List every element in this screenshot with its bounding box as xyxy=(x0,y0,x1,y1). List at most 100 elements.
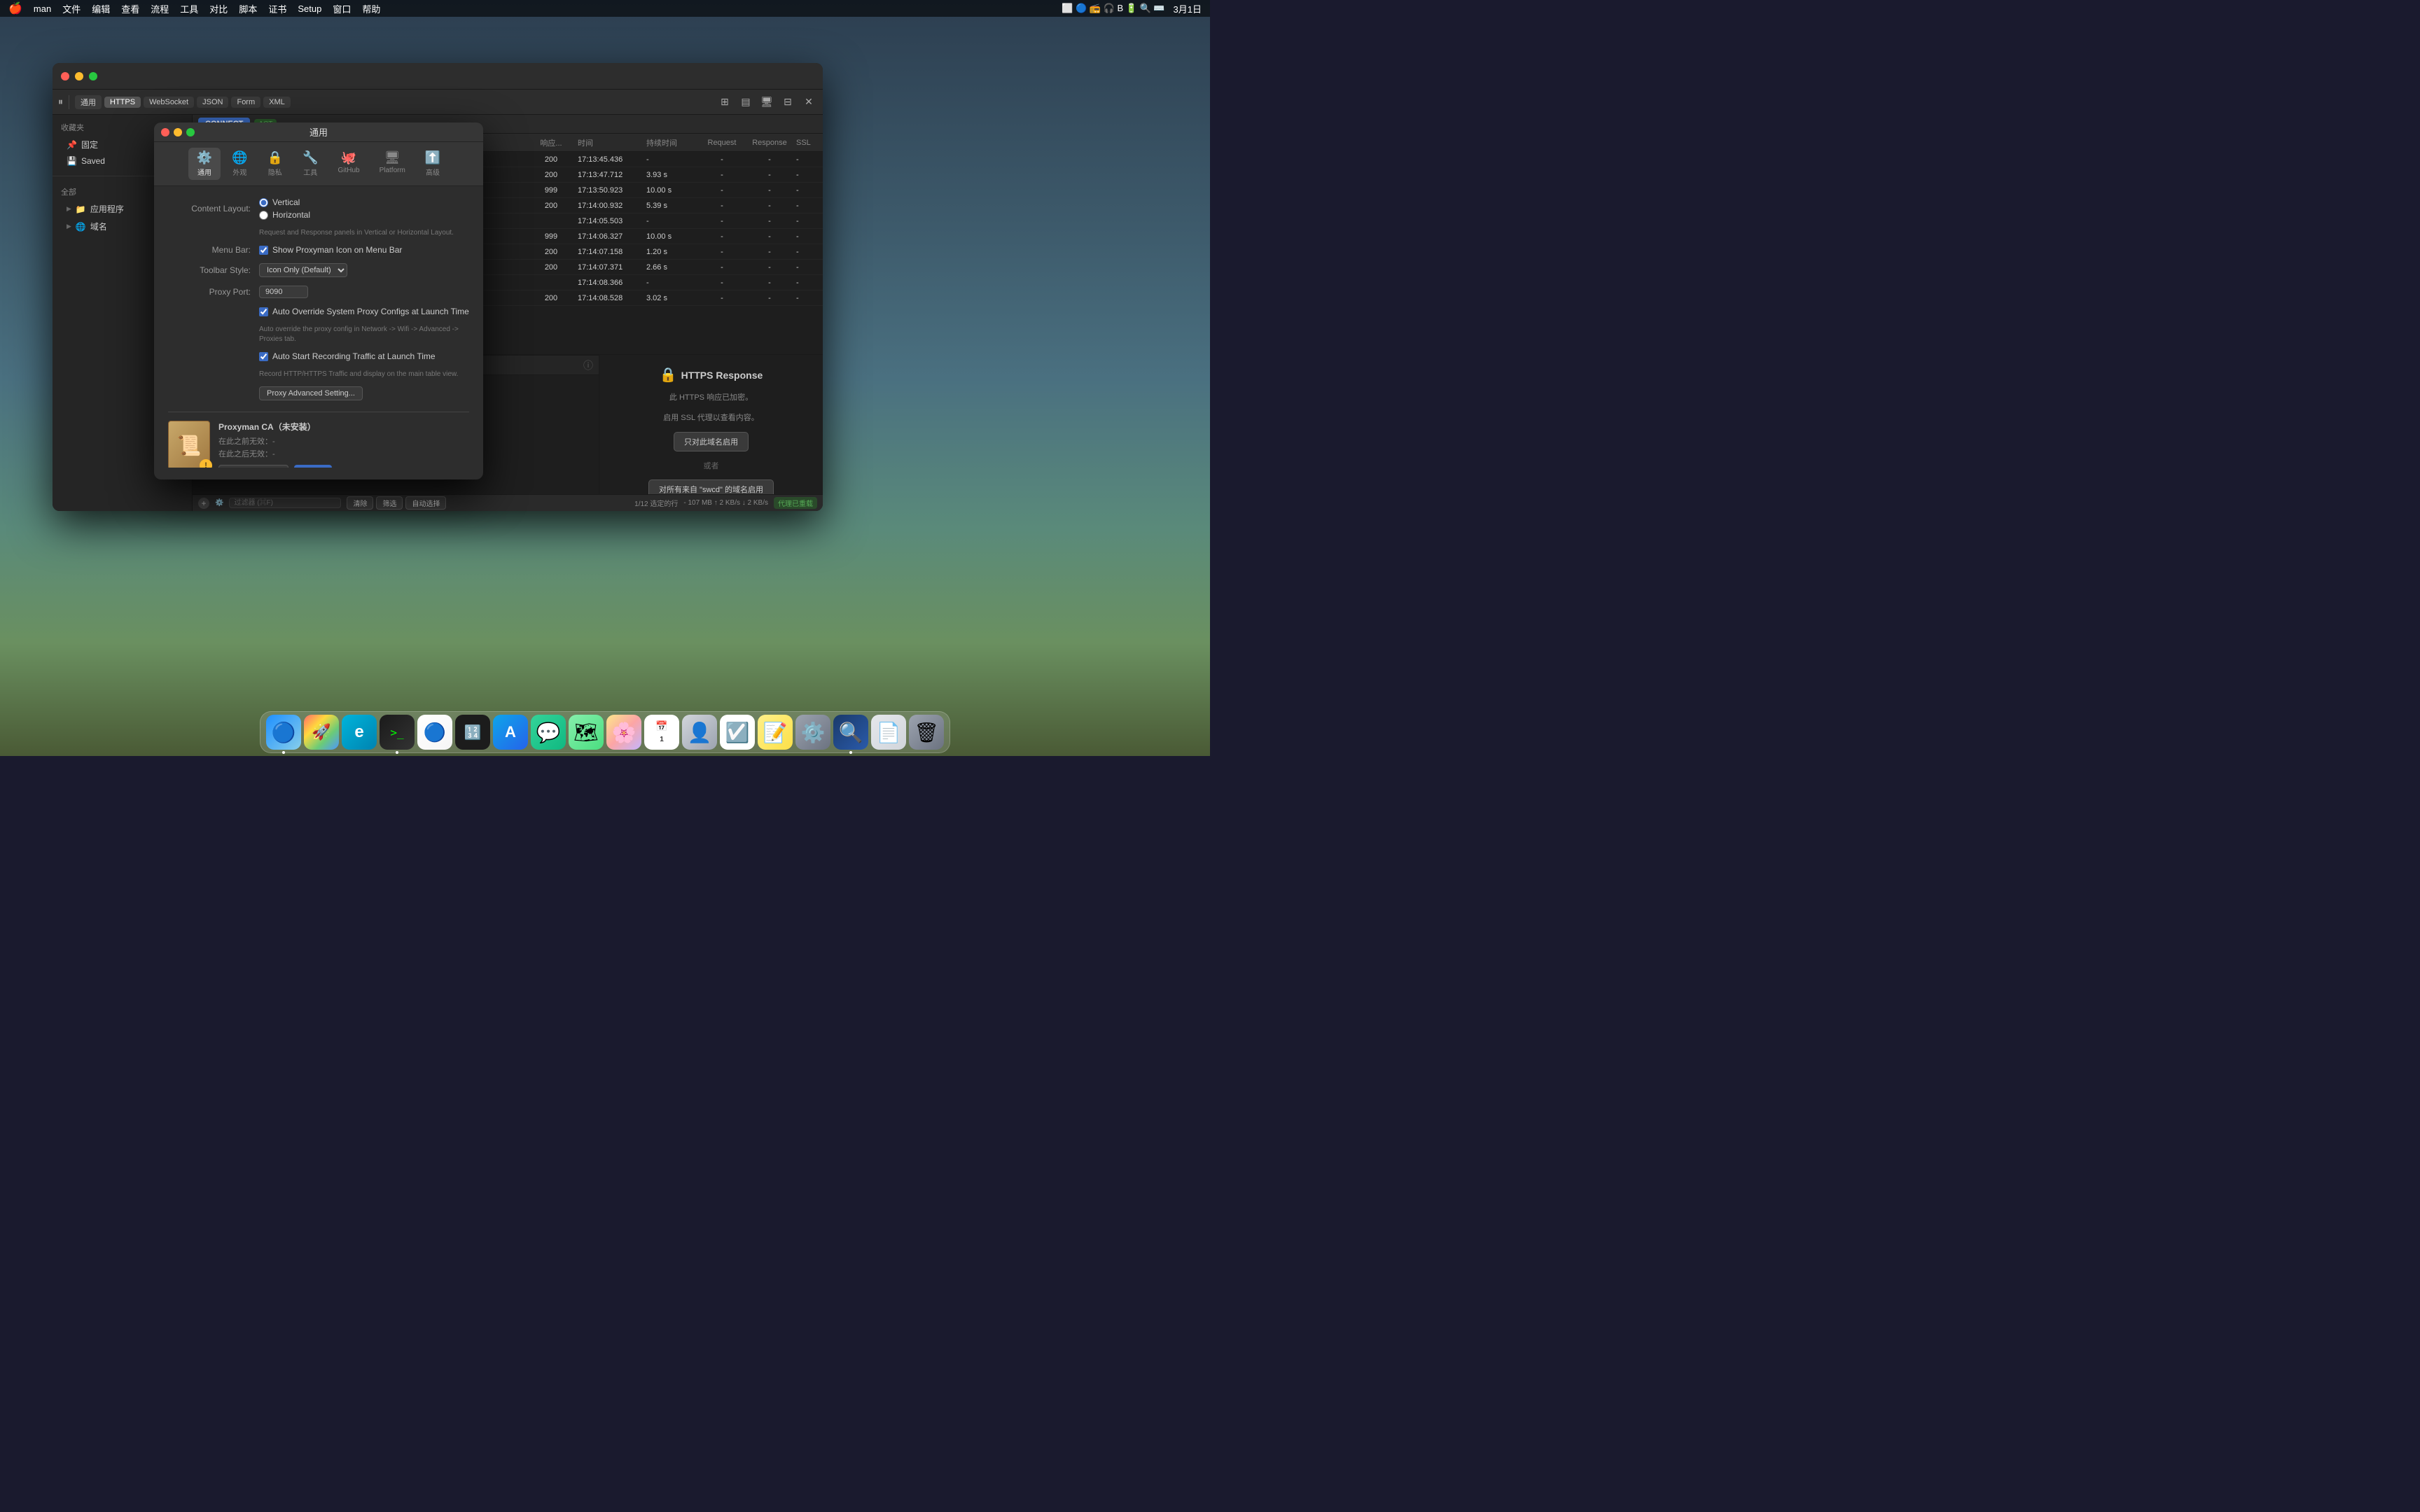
menubar-script[interactable]: 脚本 xyxy=(239,2,257,15)
row-status: 200 xyxy=(530,171,572,179)
dialog-min-btn[interactable] xyxy=(174,128,182,136)
auto-start-checkbox[interactable]: Auto Start Recording Traffic at Launch T… xyxy=(259,351,469,361)
menubar-cert[interactable]: 证书 xyxy=(268,2,286,15)
dialog-tab-general[interactable]: ⚙️ 通用 xyxy=(188,148,221,180)
minimize-button[interactable] xyxy=(75,72,83,80)
vertical-radio[interactable]: Vertical xyxy=(259,197,469,207)
filter-input[interactable] xyxy=(229,498,341,508)
dock-reminders[interactable]: ☑️ xyxy=(720,715,755,750)
dialog-title: 通用 xyxy=(310,125,328,139)
dialog-tab-tools[interactable]: 🔧 工具 xyxy=(294,148,326,180)
menubar-compare[interactable]: 对比 xyxy=(209,2,228,15)
row-ssl: - xyxy=(796,263,817,272)
horizontal-radio[interactable]: Horizontal xyxy=(259,210,469,220)
grid-icon[interactable]: ⊟ xyxy=(779,94,796,111)
auto-start-control: Auto Start Recording Traffic at Launch T… xyxy=(259,351,469,361)
dock-finder[interactable]: 🔵 xyxy=(266,715,301,750)
dialog-tab-github[interactable]: 🐙 GitHub xyxy=(329,148,368,180)
layout-hint: Request and Response panels in Vertical … xyxy=(259,228,469,238)
row-status: 200 xyxy=(530,248,572,256)
menubar-tools[interactable]: 工具 xyxy=(180,2,198,15)
dock-calendar[interactable]: 📅1 xyxy=(644,715,679,750)
row-status: 999 xyxy=(530,186,572,195)
save-icon: 💾 xyxy=(67,156,77,166)
row-time: 17:14:05.503 xyxy=(578,217,641,225)
menubar-window[interactable]: 窗口 xyxy=(333,2,351,15)
menubar-view[interactable]: 查看 xyxy=(121,2,139,15)
row-response: - xyxy=(749,263,791,272)
menubar-flow[interactable]: 流程 xyxy=(151,2,169,15)
dialog-tab-platform[interactable]: 🖥 Platform xyxy=(371,148,414,180)
dock-syspref[interactable]: ⚙️ xyxy=(795,715,830,750)
new-window-icon[interactable]: ⊞ xyxy=(716,94,733,111)
https-desc1: 此 HTTPS 响应已加密。 xyxy=(669,392,753,404)
tab-websocket[interactable]: WebSocket xyxy=(144,97,194,108)
status-buttons: 清除 筛选 自动选择 xyxy=(347,496,446,510)
dock-calculator[interactable]: 🔢 xyxy=(455,715,490,750)
clear-btn[interactable]: 清除 xyxy=(347,496,373,510)
maximize-button[interactable] xyxy=(89,72,97,80)
dialog-tab-advanced[interactable]: ⬆️ 高级 xyxy=(417,148,449,180)
dock-launchpad[interactable]: 🚀 xyxy=(304,715,339,750)
dock-terminal[interactable]: >_ xyxy=(380,715,415,750)
more-btn[interactable]: More ▾ xyxy=(294,465,333,468)
vertical-radio-input[interactable] xyxy=(259,198,268,207)
monitor-icon[interactable]: 🖥 xyxy=(758,94,775,111)
contacts-icon: 👤 xyxy=(688,721,712,744)
auto-select-btn[interactable]: 自动选择 xyxy=(405,496,446,510)
menubar-edit[interactable]: 编辑 xyxy=(92,2,110,15)
dialog-content: Content Layout: Vertical Horizontal Requ… xyxy=(154,186,483,468)
auto-start-input[interactable] xyxy=(259,352,268,361)
auto-override-input[interactable] xyxy=(259,307,268,316)
filter-btn[interactable]: 筛选 xyxy=(376,496,403,510)
https-desc2: 启用 SSL 代理以查看内容。 xyxy=(663,412,759,424)
dock-appstore[interactable]: A xyxy=(493,715,528,750)
layout-icon[interactable]: ▤ xyxy=(737,94,754,111)
close-search-icon[interactable]: ✕ xyxy=(800,94,817,111)
dialog-tab-privacy[interactable]: 🔒 隐私 xyxy=(259,148,291,180)
dock-chrome[interactable]: 🔵 xyxy=(417,715,452,750)
dock-notes[interactable]: 📝 xyxy=(758,715,793,750)
dock-photos[interactable]: 🌸 xyxy=(606,715,641,750)
dialog-tab-appearance[interactable]: 🌐 外观 xyxy=(223,148,256,180)
proxyman-dot xyxy=(849,751,852,754)
dock-edge[interactable]: e xyxy=(342,715,377,750)
tab-json[interactable]: JSON xyxy=(197,97,228,108)
dock-maps[interactable]: 🗺 xyxy=(569,715,604,750)
row-request: - xyxy=(701,294,743,302)
folder-icon: 📁 xyxy=(76,204,86,214)
menubar-help[interactable]: 帮助 xyxy=(362,2,380,15)
proxy-advanced-btn[interactable]: Proxy Advanced Setting... xyxy=(259,386,363,400)
add-filter-btn[interactable]: + xyxy=(198,498,209,509)
dock-proxyman[interactable]: 🔍 xyxy=(833,715,868,750)
proxy-port-input[interactable] xyxy=(259,286,308,298)
dialog-max-btn[interactable] xyxy=(186,128,195,136)
row-response: - xyxy=(749,186,791,195)
auto-override-checkbox[interactable]: Auto Override System Proxy Configs at La… xyxy=(259,307,469,316)
dock-filemerge[interactable]: 📄 xyxy=(871,715,906,750)
dialog-close-btn[interactable] xyxy=(161,128,169,136)
menu-bar-checkbox[interactable]: Show Proxyman Icon on Menu Bar xyxy=(259,245,469,255)
row-ssl: - xyxy=(796,202,817,210)
menu-bar-checkbox-input[interactable] xyxy=(259,246,268,255)
enable-domain-btn[interactable]: 只对此域名启用 xyxy=(674,432,749,451)
dock-messages[interactable]: 💬 xyxy=(531,715,566,750)
dock-contacts[interactable]: 👤 xyxy=(682,715,717,750)
close-button[interactable] xyxy=(61,72,69,80)
horizontal-radio-input[interactable] xyxy=(259,211,268,220)
menubar-setup[interactable]: Setup xyxy=(298,4,321,14)
menubar-app-name[interactable]: man xyxy=(34,4,51,14)
menu-bar-control: Show Proxyman Icon on Menu Bar xyxy=(259,245,469,255)
toolbar-style-select[interactable]: Icon Only (Default) Icon and Text Text O… xyxy=(259,263,347,277)
pause-icon[interactable]: ⏸ xyxy=(58,96,63,108)
generate-new-btn[interactable]: Generate new... xyxy=(218,465,288,468)
tab-form[interactable]: Form xyxy=(231,97,260,108)
dock-trash[interactable]: 🗑 xyxy=(909,715,944,750)
apple-menu[interactable]: 🍎 xyxy=(8,1,22,15)
row-ssl: - xyxy=(796,294,817,302)
dialog-tab-platform-label: Platform xyxy=(380,167,405,174)
tab-xml[interactable]: XML xyxy=(263,97,291,108)
tab-通用[interactable]: 通用 xyxy=(75,95,102,109)
menubar-file[interactable]: 文件 xyxy=(62,2,81,15)
tab-https[interactable]: HTTPS xyxy=(104,97,141,108)
